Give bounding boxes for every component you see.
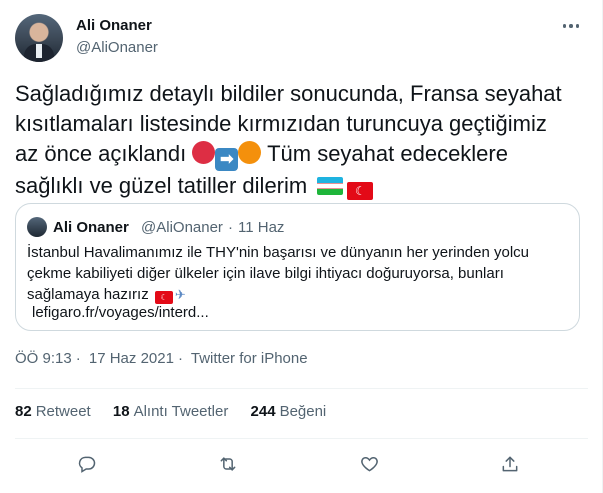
quoted-tweet[interactable]: Ali Onaner @AliOnaner · 11 Haz İstanbul …	[15, 203, 580, 331]
author-name[interactable]: Ali Onaner	[76, 17, 152, 34]
likes-label: Beğeni	[279, 403, 327, 420]
action-bar	[0, 446, 603, 480]
like-icon[interactable]	[355, 450, 383, 478]
quotes-stat[interactable]: 18 Alıntı Tweetler	[113, 403, 228, 420]
tweet-meta: ÖÖ 9:13 · 17 Haz 2021 · Twitter for iPhone	[15, 350, 312, 367]
tweet-text-line: sağlıklı ve güzel tatiller dilerim	[15, 173, 308, 198]
likes-count: 244	[250, 403, 276, 420]
tweet-time[interactable]: ÖÖ 9:13	[15, 350, 72, 367]
quoted-separator: ·	[228, 219, 233, 236]
author-handle[interactable]: @AliOnaner	[76, 39, 158, 56]
turkey-flag-emoji: ☾	[347, 182, 374, 200]
tweet-text: Sağladığımız detaylı bildiler sonucunda,…	[15, 79, 580, 201]
tweet-article: Ali Onaner @AliOnaner Sağladığımız detay…	[0, 0, 603, 493]
tweet-text-line: kısıtlamaları listesinde kırmızıdan turu…	[15, 111, 547, 136]
retweet-icon[interactable]	[214, 450, 242, 478]
tweet-stats: 82 Retweet 18 Alıntı Tweetler 244 Beğeni	[15, 403, 344, 420]
author-avatar[interactable]	[15, 14, 63, 62]
reply-icon[interactable]	[73, 450, 101, 478]
divider	[15, 388, 588, 389]
quoted-text-body: İstanbul Havalimanımız ile THY'nin başar…	[27, 244, 530, 303]
tweet-source[interactable]: Twitter for iPhone	[191, 350, 308, 367]
retweets-label: Retweet	[35, 403, 91, 420]
divider	[15, 438, 588, 439]
tweet-text-line: Sağladığımız detaylı bildiler sonucunda,…	[15, 81, 562, 106]
uzbekistan-flag-emoji	[317, 177, 344, 195]
turkey-flag-emoji: ☾	[154, 291, 173, 304]
tweet-text-line: az önce açıklandı	[15, 141, 187, 166]
meta-separator: ·	[75, 350, 81, 367]
quoted-author-handle: @AliOnaner	[141, 219, 223, 236]
meta-separator: ·	[177, 350, 183, 367]
retweets-stat[interactable]: 82 Retweet	[15, 403, 91, 420]
quoted-text: İstanbul Havalimanımız ile THY'nin başar…	[27, 242, 567, 305]
quoted-date[interactable]: 11 Haz	[238, 219, 284, 236]
more-icon[interactable]	[559, 16, 583, 36]
quoted-link[interactable]: lefigaro.fr/voyages/interd...	[32, 304, 209, 321]
airplane-emoji: ✈	[174, 287, 186, 302]
quotes-label: Alıntı Tweetler	[133, 403, 229, 420]
retweets-count: 82	[15, 403, 32, 420]
quoted-author-name: Ali Onaner	[53, 219, 129, 236]
avatar-collar	[36, 44, 42, 58]
quoted-avatar[interactable]	[27, 217, 47, 237]
quotes-count: 18	[112, 403, 130, 420]
likes-stat[interactable]: 244 Beğeni	[251, 403, 327, 420]
tweet-date[interactable]: 17 Haz 2021	[89, 350, 174, 367]
red-circle-emoji	[192, 141, 216, 164]
right-arrow-emoji: ➡	[215, 148, 239, 171]
share-icon[interactable]	[496, 450, 524, 478]
orange-circle-emoji	[238, 141, 262, 164]
tweet-text-line: Tüm seyahat edeceklere	[267, 141, 508, 166]
